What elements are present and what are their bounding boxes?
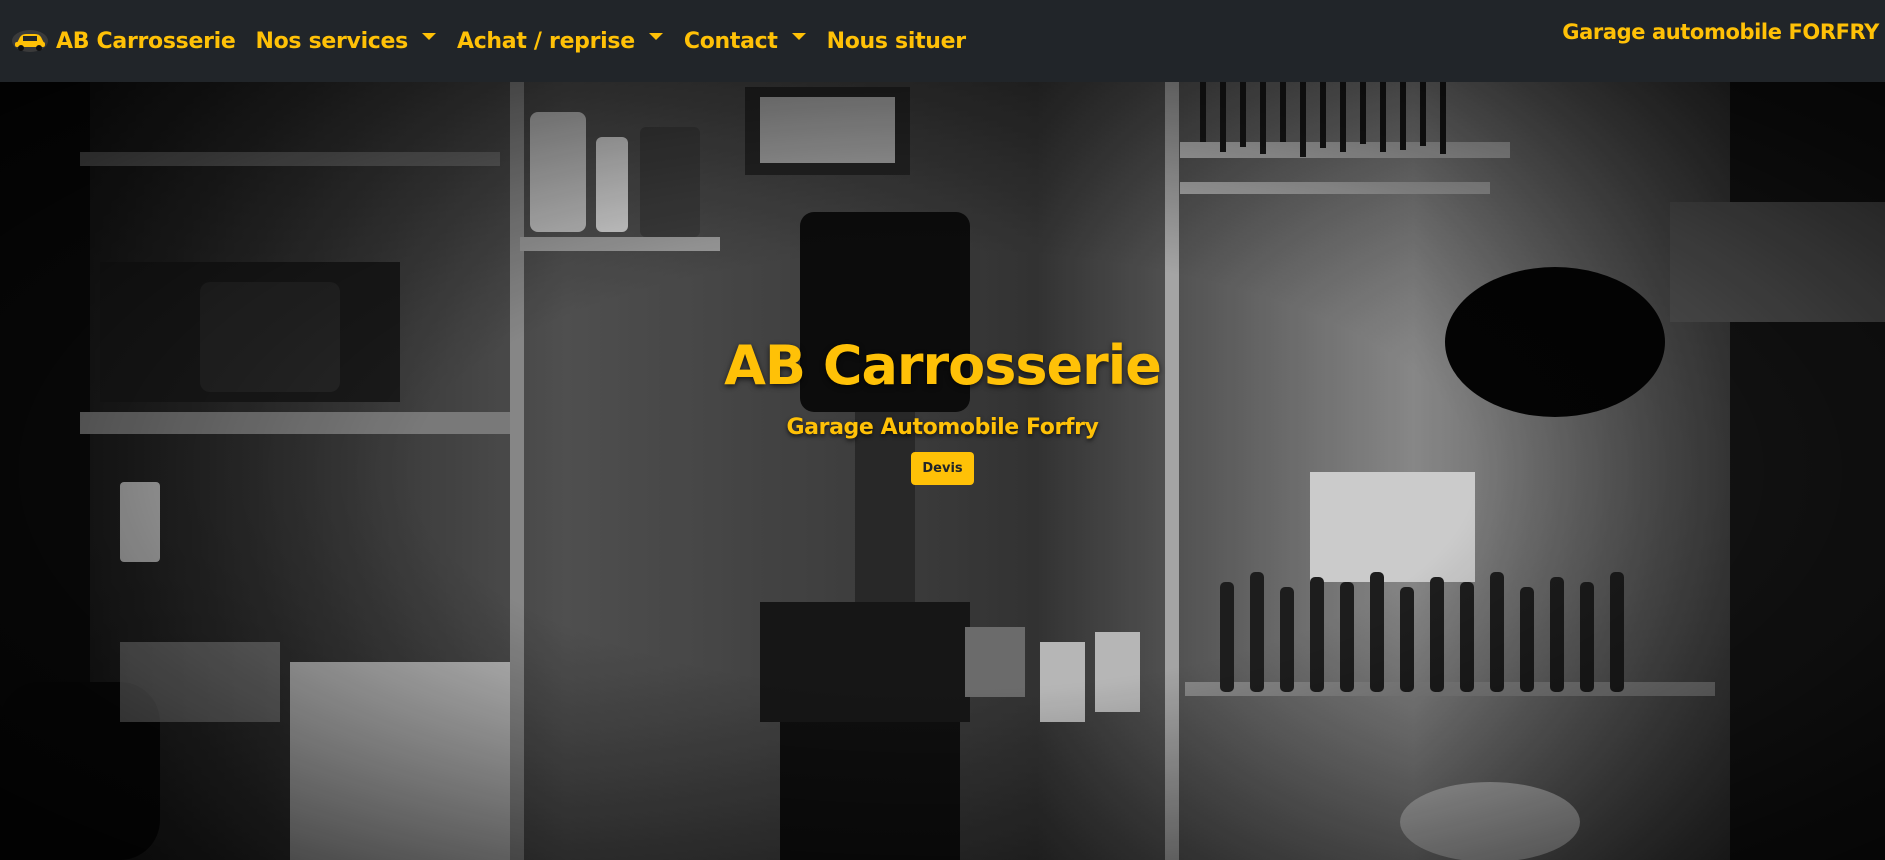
nav-item-nous-situer[interactable]: Nous situer [826, 28, 967, 54]
nav-item-contact[interactable]: Contact [684, 29, 806, 54]
hero-subtitle: Garage Automobile Forfry [786, 415, 1099, 440]
hero-title: AB Carrosserie [724, 334, 1162, 397]
brand-link[interactable]: AB Carrosserie [10, 21, 236, 61]
nav-item-label: Achat / reprise [456, 28, 635, 54]
nav-item-achat-reprise[interactable]: Achat / reprise [457, 29, 663, 54]
navbar-tagline: Garage automobile FORFRY [1562, 20, 1879, 44]
caret-down-icon [791, 32, 806, 40]
car-icon [10, 21, 50, 61]
caret-down-icon [648, 32, 663, 40]
brand-name: AB Carrosserie [56, 28, 236, 54]
devis-button[interactable]: Devis [911, 452, 974, 485]
caret-down-icon [421, 32, 436, 40]
nav-item-label: Nous situer [826, 28, 967, 54]
nav-item-nos-services[interactable]: Nos services [255, 28, 436, 54]
nav-item-label: Contact [683, 28, 778, 54]
hero-section: AB Carrosserie Garage Automobile Forfry … [0, 82, 1885, 860]
nav-item-label: Nos services [255, 28, 408, 54]
nav-menu: Nos services Achat / reprise Contact Nou… [255, 28, 967, 54]
hero-content: AB Carrosserie Garage Automobile Forfry … [0, 82, 1885, 860]
navbar: AB Carrosserie Nos services Achat / repr… [0, 0, 1885, 82]
